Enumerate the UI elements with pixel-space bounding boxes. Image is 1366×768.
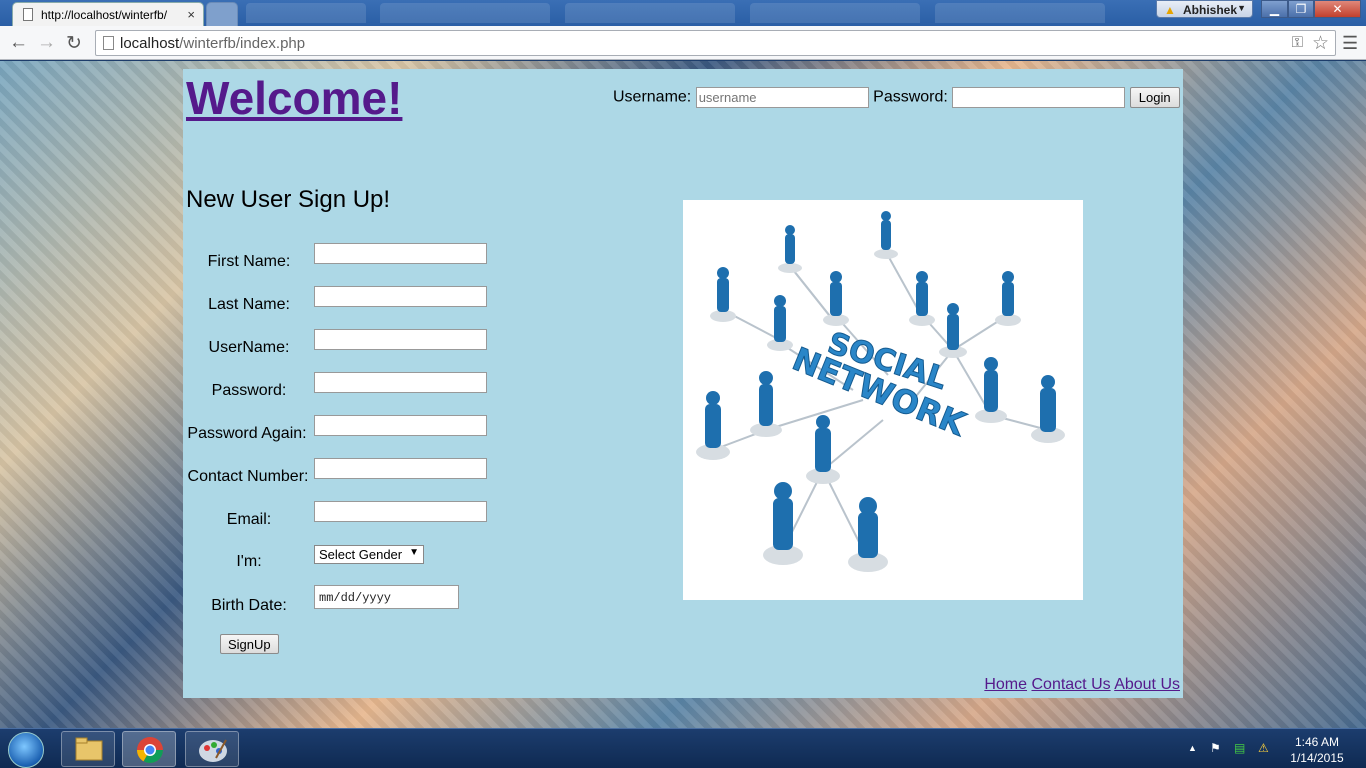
background-window-tab <box>565 3 735 23</box>
menu-icon[interactable]: ☰ <box>1342 33 1358 54</box>
url-host: localhost <box>120 35 180 52</box>
start-button[interactable] <box>8 732 44 768</box>
password-again-label: Password Again: <box>187 425 307 442</box>
file-explorer-taskbar-button[interactable] <box>61 731 115 767</box>
paint-taskbar-button[interactable] <box>185 731 239 767</box>
page-icon <box>23 8 33 21</box>
browser-toolbar: ← → ↻ localhost/winterfb/index.php ⚿ ☆ ☰ <box>0 26 1366 60</box>
last-name-label: Last Name: <box>208 296 290 313</box>
login-button[interactable]: Login <box>1129 87 1180 108</box>
back-icon[interactable]: ← <box>9 32 28 54</box>
social-network-image: SOCIAL NETWORK <box>683 200 1083 600</box>
gender-row: I'm: Select Gender ▼ <box>183 545 503 575</box>
birth-date-label: Birth Date: <box>211 597 287 614</box>
first-name-label: First Name: <box>207 253 291 270</box>
page-icon <box>103 36 114 50</box>
login-form: Username: Password: Login <box>613 87 1180 108</box>
warning-icon: ▲ <box>1164 3 1176 17</box>
welcome-link[interactable]: Welcome! <box>186 71 402 125</box>
url-path: /winterfb/index.php <box>179 35 306 52</box>
first-name-row: First Name: <box>183 243 503 273</box>
clock-time: 1:46 AM <box>1294 735 1340 749</box>
forward-icon[interactable]: → <box>37 32 56 54</box>
background-window-tab <box>380 3 550 23</box>
browser-tab[interactable]: http://localhost/winterfb/ × <box>12 2 204 26</box>
address-bar[interactable]: localhost/winterfb/index.php ⚿ ☆ <box>95 30 1336 56</box>
gender-select[interactable]: Select Gender ▼ <box>314 545 424 564</box>
chrome-taskbar-button[interactable] <box>122 731 176 767</box>
paint-icon <box>199 739 227 762</box>
close-tab-icon[interactable]: × <box>187 7 195 22</box>
show-hidden-icons-icon[interactable]: ▲ <box>1188 743 1197 753</box>
gender-selected-value: Select Gender <box>319 547 403 562</box>
password-row: Password: <box>183 372 503 402</box>
login-password-input[interactable] <box>952 87 1126 108</box>
battery-warning-icon[interactable]: ⚠ <box>1258 741 1269 755</box>
minimize-button[interactable]: ▁ <box>1261 0 1288 18</box>
password-again-input[interactable] <box>314 415 487 436</box>
contact-number-input[interactable] <box>314 458 487 479</box>
background-window-tab <box>750 3 920 23</box>
chrome-icon <box>136 737 164 764</box>
signup-title: New User Sign Up! <box>186 186 391 213</box>
page-viewport: Welcome! Username: Password: Login New U… <box>0 61 1366 728</box>
email-row: Email: <box>183 501 503 531</box>
content-panel: Welcome! Username: Password: Login New U… <box>183 69 1183 698</box>
system-clock[interactable]: 1:46 AM 1/14/2015 <box>1284 734 1350 766</box>
key-icon[interactable]: ⚿ <box>1292 34 1303 51</box>
email-label: Email: <box>226 511 272 528</box>
clock-date: 1/14/2015 <box>1290 751 1344 765</box>
contact-number-label: Contact Number: <box>187 468 309 485</box>
contact-us-link[interactable]: Contact Us <box>1031 676 1110 693</box>
reload-icon[interactable]: ↻ <box>66 32 82 55</box>
password-again-row: Password Again: <box>183 415 503 445</box>
folder-icon <box>75 737 103 761</box>
background-window-tab <box>246 3 366 23</box>
profile-menu-button[interactable]: ▲ Abhishek ▼ <box>1156 0 1253 18</box>
last-name-input[interactable] <box>314 286 487 307</box>
profile-name: Abhishek <box>1183 3 1238 17</box>
taskbar: ▲ ⚑ ▤ ⚠ 1:46 AM 1/14/2015 <box>0 728 1366 768</box>
username-row: UserName: <box>183 329 503 359</box>
footer-links: Home Contact Us About Us <box>984 676 1180 694</box>
close-window-button[interactable]: ✕ <box>1314 0 1361 18</box>
signup-password-input[interactable] <box>314 372 487 393</box>
social-network-graphic: SOCIAL NETWORK <box>696 211 1065 572</box>
first-name-input[interactable] <box>314 243 487 264</box>
network-icon[interactable]: ▤ <box>1234 741 1245 755</box>
last-name-row: Last Name: <box>183 286 503 316</box>
email-input[interactable] <box>314 501 487 522</box>
home-link[interactable]: Home <box>984 676 1027 693</box>
password-label: Password: <box>873 88 948 106</box>
birth-date-row: Birth Date: mm/dd/yyyy <box>183 585 503 615</box>
background-window-tab <box>935 3 1105 23</box>
maximize-button[interactable]: ❐ <box>1288 0 1314 18</box>
username-label: Username: <box>613 88 692 106</box>
about-us-link[interactable]: About Us <box>1114 676 1180 693</box>
login-username-input[interactable] <box>695 87 869 108</box>
signup-button[interactable]: SignUp <box>220 634 279 654</box>
browser-tab-bar: http://localhost/winterfb/ × ▲ Abhishek … <box>0 0 1366 26</box>
signup-username-label: UserName: <box>208 339 290 356</box>
contact-number-row: Contact Number: <box>183 458 503 488</box>
signup-password-label: Password: <box>211 382 287 399</box>
gender-label: I'm: <box>236 553 262 570</box>
dropdown-arrow-icon: ▼ <box>409 547 419 558</box>
bookmark-star-icon[interactable]: ☆ <box>1312 32 1329 55</box>
tab-title: http://localhost/winterfb/ <box>41 8 168 22</box>
signup-username-input[interactable] <box>314 329 487 350</box>
action-center-flag-icon[interactable]: ⚑ <box>1210 741 1221 755</box>
chevron-down-icon: ▼ <box>1237 3 1246 13</box>
new-tab-button[interactable] <box>206 2 238 26</box>
birth-date-input[interactable]: mm/dd/yyyy <box>314 585 459 609</box>
